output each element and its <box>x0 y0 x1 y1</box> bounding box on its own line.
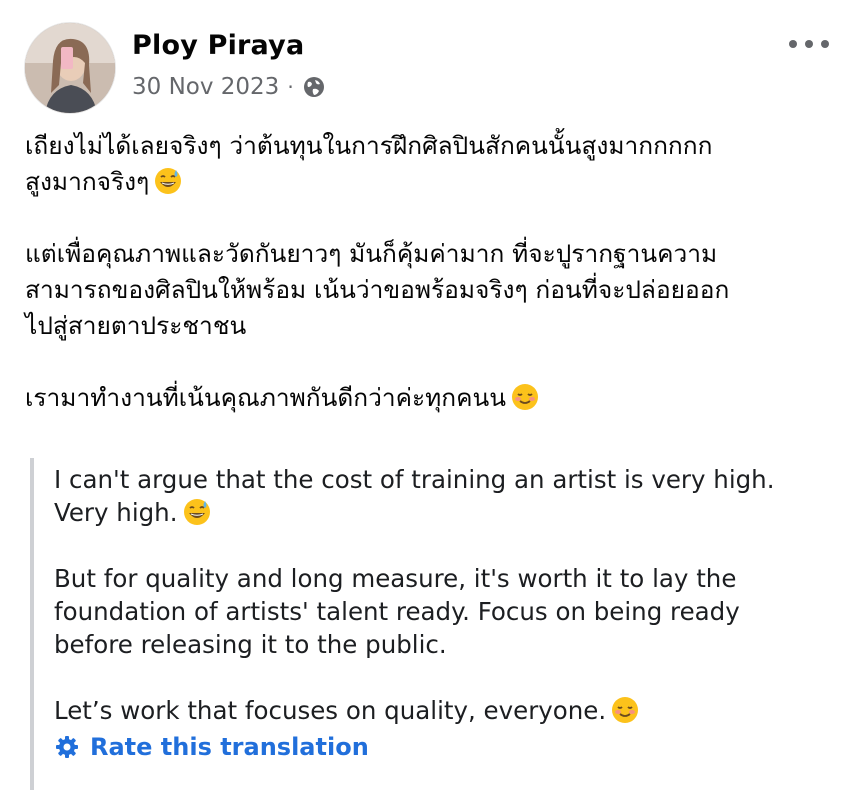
rate-translation-link[interactable]: Rate this translation <box>54 733 854 761</box>
post-line: แต่เพื่อคุณภาพและวัดกันยาวๆ มันก็คุ้มค่า… <box>25 239 718 268</box>
translation-paragraph-2: But for quality and long measure, it's w… <box>54 562 854 661</box>
post-line: เรามาทำงานที่เน้นคุณภาพกันดีกว่าค่ะทุกคน… <box>25 380 835 416</box>
post-line: เถียงไม่ได้เลยจริงๆ ว่าต้นทุนในการฝึกศิล… <box>25 131 713 160</box>
more-horizontal-icon <box>789 40 797 48</box>
grinning-sweat-emoji <box>153 166 183 196</box>
post-line-text: เรามาทำงานที่เน้นคุณภาพกันดีกว่าค่ะทุกคน… <box>25 383 507 412</box>
post-paragraph-1: เถียงไม่ได้เลยจริงๆ ว่าต้นทุนในการฝึกศิล… <box>25 128 835 200</box>
translation-paragraph-1: I can't argue that the cost of training … <box>54 463 854 529</box>
grinning-sweat-emoji <box>182 497 212 527</box>
meta-separator: · <box>287 75 294 99</box>
translation-line: But for quality and long measure, it's w… <box>54 564 737 593</box>
translation-paragraph-3: Let’s work that focuses on quality, ever… <box>54 694 854 727</box>
more-options-button[interactable] <box>789 32 829 56</box>
translation-line-text: Very high. <box>54 498 178 527</box>
translation-line: foundation of artists' talent ready. Foc… <box>54 597 740 626</box>
post-line-text: สูงมากจริงๆ <box>25 167 150 196</box>
post-paragraph-3: เรามาทำงานที่เน้นคุณภาพกันดีกว่าค่ะทุกคน… <box>25 380 835 416</box>
post-paragraph-2: แต่เพื่อคุณภาพและวัดกันยาวๆ มันก็คุ้มค่า… <box>25 236 835 344</box>
translation-block: I can't argue that the cost of training … <box>30 458 854 790</box>
translation-line: I can't argue that the cost of training … <box>54 465 775 494</box>
translation-line-text: Let’s work that focuses on quality, ever… <box>54 696 607 725</box>
translation-text: I can't argue that the cost of training … <box>54 463 854 727</box>
facebook-post: Ploy Piraya 30 Nov 2023 · เถียงไม่ได้เลย… <box>0 0 855 800</box>
avatar-photo <box>25 23 115 113</box>
author-name[interactable]: Ploy Piraya <box>132 30 304 61</box>
translation-line: before releasing it to the public. <box>54 630 447 659</box>
smiling-blush-emoji <box>610 695 640 725</box>
gear-icon <box>54 734 80 760</box>
avatar[interactable] <box>24 22 116 114</box>
translation-line: Very high. <box>54 496 854 529</box>
more-dot <box>821 40 829 48</box>
post-body: เถียงไม่ได้เลยจริงๆ ว่าต้นทุนในการฝึกศิล… <box>25 128 835 416</box>
more-dot <box>805 40 813 48</box>
post-line: สามารถของศิลปินให้พร้อม เน้นว่าขอพร้อมจร… <box>25 275 730 304</box>
smiling-blush-emoji <box>510 382 540 412</box>
translation-line: Let’s work that focuses on quality, ever… <box>54 694 854 727</box>
post-meta: 30 Nov 2023 · <box>132 74 326 100</box>
rate-translation-label: Rate this translation <box>90 733 369 761</box>
post-line: ไปสู่สายตาประชาชน <box>25 311 247 340</box>
post-date[interactable]: 30 Nov 2023 <box>132 74 279 100</box>
post-line: สูงมากจริงๆ <box>25 164 835 200</box>
globe-icon[interactable] <box>302 75 326 99</box>
